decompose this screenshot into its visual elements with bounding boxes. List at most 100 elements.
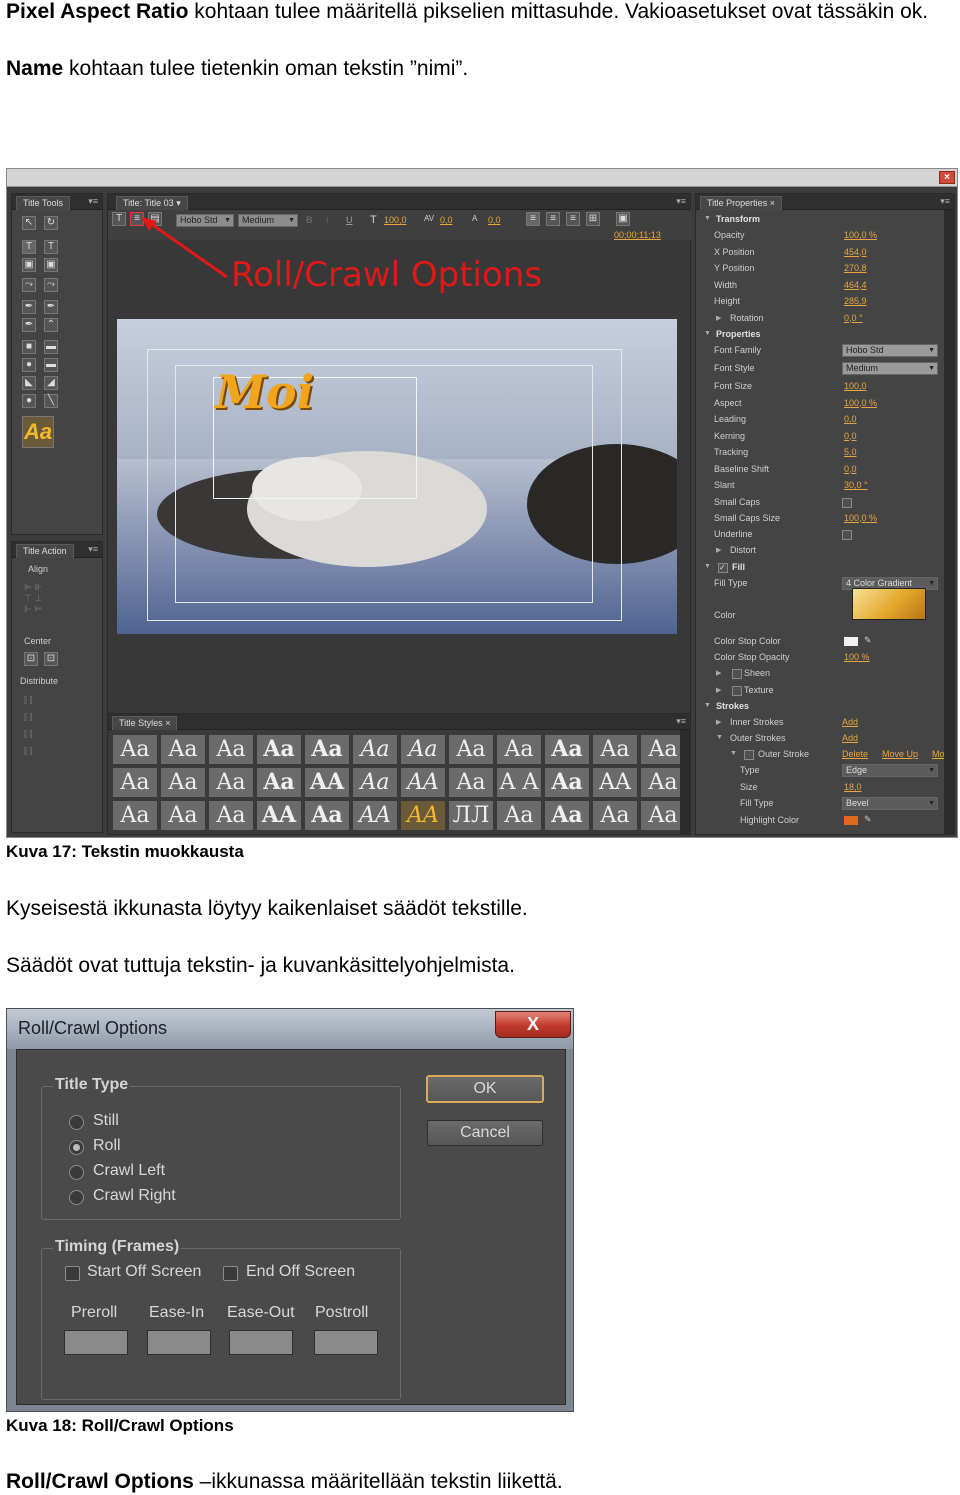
collapse-triangle-icon[interactable]: ▼ [730,750,737,757]
property-link[interactable]: Add [842,717,858,727]
title-style-swatch[interactable]: Aa [544,800,590,831]
ease-out-input[interactable] [229,1330,293,1355]
canvas-title-text[interactable]: Moi [215,365,314,419]
property-link[interactable]: Add [842,733,858,743]
color-swatch[interactable] [844,816,858,825]
expand-triangle-icon[interactable]: ▶ [716,669,721,677]
collapse-triangle-icon[interactable]: ▼ [704,702,711,709]
property-value[interactable]: 100,0 % [844,230,877,240]
panel-menu-icon[interactable]: ▾≡ [676,716,686,727]
panel-menu-icon[interactable]: ▾≡ [940,196,950,207]
title-style-swatch[interactable]: Aa [160,734,206,765]
title-style-swatch[interactable]: Aa [256,767,302,798]
title-style-swatch[interactable]: Aa [112,800,158,831]
title-style-swatch[interactable]: A A [496,767,542,798]
title-style-swatch[interactable]: AA [304,767,350,798]
property-value[interactable]: 5,0 [844,447,857,457]
title-style-swatch[interactable]: Aa [496,800,542,831]
expand-triangle-icon[interactable]: ▶ [716,718,721,726]
expand-triangle-icon[interactable]: ▶ [716,546,721,554]
property-value[interactable]: 270,8 [844,263,867,273]
title-style-swatch[interactable]: Aa [208,767,254,798]
title-style-swatch[interactable]: Aa [160,767,206,798]
property-dropdown[interactable]: Edge ▼ [842,764,938,777]
start-off-screen-checkbox[interactable] [65,1266,80,1281]
title-style-swatch[interactable]: Aa [352,734,398,765]
title-style-swatch[interactable]: Aa [496,734,542,765]
eyedropper-icon[interactable]: ✎ [864,814,872,825]
title-style-swatch[interactable]: AA [592,767,638,798]
styles-scrollbar[interactable] [680,730,690,834]
radio-roll[interactable] [69,1140,84,1155]
collapse-triangle-icon[interactable]: ▼ [704,563,711,570]
color-gradient-swatch[interactable] [852,587,926,620]
properties-scrollbar[interactable] [944,210,954,834]
property-dropdown[interactable]: Bevel ▼ [842,797,938,810]
end-off-screen-checkbox[interactable] [223,1266,238,1281]
title-style-swatch[interactable]: Aa [112,734,158,765]
cancel-button[interactable]: Cancel [427,1120,543,1146]
postroll-input[interactable] [314,1330,378,1355]
title-style-swatch[interactable]: Aa [544,734,590,765]
property-value[interactable]: 100,0 % [844,513,877,523]
radio-crawl-right[interactable] [69,1190,84,1205]
property-value[interactable]: 100,0 % [844,398,877,408]
property-value[interactable]: 0,0 [844,414,857,424]
title-style-swatch[interactable]: Aa [352,767,398,798]
property-link[interactable]: Mo [932,749,945,759]
collapse-triangle-icon[interactable]: ▼ [704,215,711,222]
radio-crawl-left[interactable] [69,1165,84,1180]
property-checkbox[interactable] [732,669,742,679]
property-dropdown[interactable]: Hobo Std ▼ [842,344,938,357]
preroll-input[interactable] [64,1330,128,1355]
property-value[interactable]: 285,9 [844,296,867,306]
title-style-swatch[interactable]: Aa [112,767,158,798]
title-style-swatch[interactable]: Aa [304,800,350,831]
title-style-swatch[interactable]: Aa [208,734,254,765]
title-style-swatch[interactable]: Aa [256,734,302,765]
property-value[interactable]: 0,0 [844,464,857,474]
tab-title-properties[interactable]: Title Properties × [700,196,782,210]
fill-checkbox[interactable]: ✓ [718,562,728,573]
dialog-close-button[interactable]: X [495,1011,571,1038]
property-value[interactable]: 30,0 ° [844,480,868,490]
tab-title-styles[interactable]: Title Styles × [112,716,178,730]
title-style-swatch[interactable]: AA [400,767,446,798]
property-value[interactable]: 100,0 [844,381,867,391]
property-checkbox[interactable] [732,685,742,696]
title-style-swatch[interactable]: AA [400,800,446,831]
color-swatch[interactable] [844,636,858,646]
title-style-swatch[interactable]: AA [256,800,302,831]
title-style-swatch[interactable]: Aa [544,767,590,798]
property-value[interactable]: 0,0 ° [844,313,863,323]
expand-triangle-icon[interactable]: ▶ [716,686,721,694]
property-value[interactable]: 464,4 [844,280,867,290]
title-style-swatch[interactable]: Aa [448,734,494,765]
title-style-swatch[interactable]: Aa [592,800,638,831]
property-value[interactable]: 18,0 [844,782,862,792]
ok-button[interactable]: OK [426,1075,544,1103]
title-style-swatch[interactable]: Aa [448,767,494,798]
title-style-swatch[interactable]: Aa [304,734,350,765]
title-style-swatch[interactable]: Aa [400,734,446,765]
eyedropper-icon[interactable]: ✎ [864,635,872,646]
title-style-swatch[interactable]: ЛЛ [448,800,494,831]
title-style-swatch[interactable]: Aa [208,800,254,831]
property-checkbox[interactable] [842,497,852,508]
property-value[interactable]: 100 % [844,652,870,662]
property-dropdown[interactable]: Medium ▼ [842,362,938,375]
property-link[interactable]: Delete [842,749,868,759]
property-value[interactable]: 0,0 [844,431,857,441]
title-style-swatch[interactable]: Aa [160,800,206,831]
ease-in-input[interactable] [147,1330,211,1355]
expand-triangle-icon[interactable]: ▶ [716,314,721,322]
property-link[interactable]: Move Up [882,749,918,759]
radio-still[interactable] [69,1115,84,1130]
collapse-triangle-icon[interactable]: ▼ [704,330,711,337]
title-style-swatch[interactable]: AA [352,800,398,831]
property-value[interactable]: 454,0 [844,247,867,257]
property-checkbox[interactable] [744,750,754,760]
property-checkbox[interactable] [842,530,852,540]
title-style-swatch[interactable]: Aa [592,734,638,765]
expand-triangle-icon[interactable]: ▼ [716,734,723,741]
